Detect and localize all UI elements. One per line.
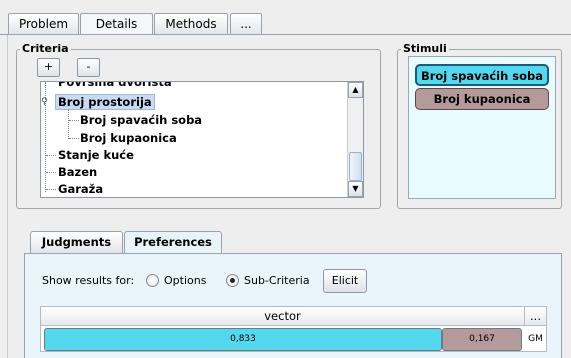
tree-connector	[69, 120, 79, 121]
tree-item-label: Broj spavaćih soba	[80, 113, 203, 127]
stimulus-chip[interactable]: Broj kupaonica	[415, 88, 549, 110]
tab-methods[interactable]: Methods	[154, 13, 228, 34]
tree-item-selected[interactable]: Broj prostorija	[55, 94, 155, 110]
tree-item[interactable]: Broj spavaćih soba	[80, 112, 202, 128]
criteria-tree[interactable]: Površina dvorišta ⚲ Broj prostorija Broj…	[40, 81, 364, 198]
tree-item[interactable]: Broj kupaonica	[80, 130, 177, 146]
remove-criterion-button[interactable]: -	[77, 58, 100, 77]
stimulus-chip[interactable]: Broj spavaćih soba	[415, 64, 549, 86]
tree-item-label: Broj prostorija	[55, 94, 155, 110]
tree-scrollbar[interactable]: ▲ ▼	[347, 82, 363, 197]
column-header-vector[interactable]: vector	[41, 307, 525, 326]
row-tag: GM	[528, 334, 543, 344]
tab-judgments[interactable]: Judgments	[30, 231, 123, 253]
tree-connector	[69, 138, 79, 139]
stimuli-title: Stimuli	[401, 42, 449, 55]
expand-toggle-icon[interactable]: ⚲	[41, 98, 50, 107]
tree-item[interactable]: Bazen	[58, 164, 97, 180]
tree-item-label: Stanje kuće	[58, 148, 134, 162]
show-results-label: Show results for:	[42, 274, 135, 287]
tab-problem[interactable]: Problem	[8, 13, 79, 34]
stimuli-list: Broj spavaćih soba Broj kupaonica	[408, 56, 556, 199]
scroll-down-icon[interactable]: ▼	[348, 181, 363, 197]
scroll-up-icon[interactable]: ▲	[348, 82, 363, 98]
tree-item-label: Bazen	[58, 165, 98, 179]
preference-bar: 0,167	[442, 328, 522, 351]
tree-item-label: Broj kupaonica	[80, 131, 177, 145]
tab-details[interactable]: Details	[80, 13, 153, 35]
tree-item[interactable]: Stanje kuće	[58, 147, 134, 163]
tree-item[interactable]: Garaža	[58, 181, 103, 197]
criteria-title: Criteria	[20, 42, 71, 55]
column-header-more[interactable]: ...	[525, 307, 546, 326]
tree-connector	[46, 172, 56, 173]
tab-more[interactable]: ...	[230, 13, 262, 34]
sub-criteria-radio[interactable]	[226, 274, 239, 287]
tree-item-label: Garaža	[58, 182, 104, 196]
elicit-button[interactable]: Elicit	[323, 269, 367, 293]
sub-criteria-radio-label: Sub-Criteria	[244, 274, 310, 287]
add-criterion-button[interactable]: +	[37, 58, 60, 77]
tree-connector	[46, 189, 56, 190]
scroll-thumb[interactable]	[349, 152, 362, 181]
options-radio-label: Options	[164, 274, 207, 287]
tree-item-label: Površina dvorišta	[58, 81, 172, 89]
tree-connector	[46, 155, 56, 156]
tree-item[interactable]: Površina dvorišta	[58, 81, 172, 90]
results-table: vector ... 0,833 0,167 GM	[40, 306, 547, 352]
options-radio[interactable]	[146, 274, 159, 287]
preference-bar: 0,833	[44, 328, 442, 351]
tab-preferences[interactable]: Preferences	[124, 231, 222, 254]
